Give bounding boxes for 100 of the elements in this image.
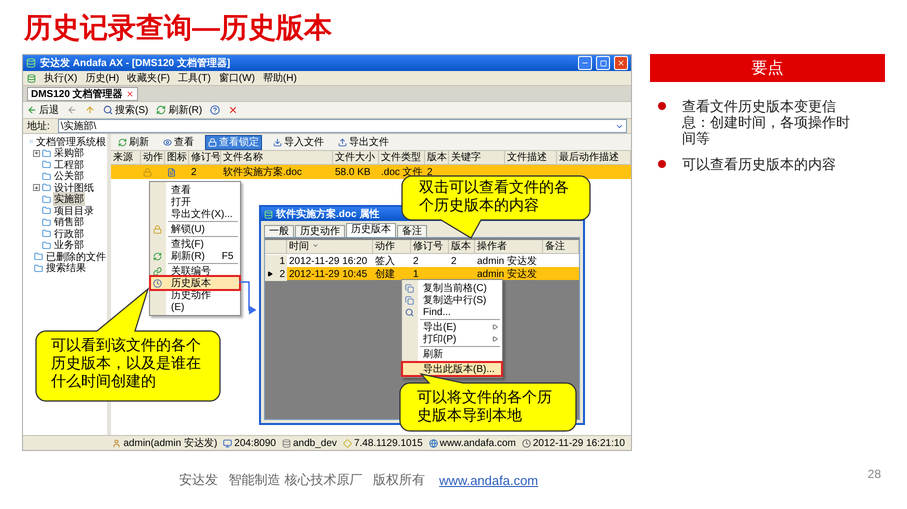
expand-toggle[interactable]	[33, 184, 40, 192]
folder-icon	[34, 264, 43, 273]
refresh-button[interactable]: 刷新(R)	[156, 103, 202, 117]
toolbar-button[interactable]: 查看	[160, 134, 197, 150]
table-cell: 2012-11-29 10:45	[289, 268, 368, 280]
column-header[interactable]: 文件类型	[379, 151, 425, 165]
row-header[interactable]: 2	[265, 268, 287, 280]
table-cell: 58.0 KB	[335, 166, 371, 178]
menu-item[interactable]: 查找(F)	[151, 238, 239, 250]
tree-item[interactable]: 采购部	[53, 146, 85, 160]
status-text: 7.48.1129.1015	[354, 438, 423, 448]
table-cell-text: admin 安达发	[477, 254, 538, 268]
menu-item[interactable]: 解锁(U)	[151, 223, 239, 235]
close-icon[interactable]	[126, 90, 134, 98]
column-header[interactable]: 版本	[449, 240, 475, 254]
tree-item[interactable]: 业务部	[53, 238, 85, 252]
menu-item[interactable]: 窗口(W)	[218, 71, 255, 85]
address-field[interactable]: \实施部\	[58, 119, 627, 133]
column-header[interactable]: 图标	[165, 151, 189, 165]
tab[interactable]: 历史版本	[346, 223, 396, 237]
column-header[interactable]: 关键字	[449, 151, 505, 165]
tab[interactable]: 备注	[397, 225, 427, 237]
back-arrow-icon	[27, 105, 37, 115]
page-number: 28	[868, 467, 881, 481]
toolbar-button[interactable]: 导出文件	[335, 134, 392, 150]
forward-arrow-icon[interactable]	[67, 105, 77, 115]
search-button[interactable]: 搜索(S)	[103, 103, 148, 117]
minimize-button[interactable]	[578, 56, 592, 70]
status-text: 2012-11-29 16:21:10	[532, 438, 625, 448]
menu-item[interactable]: 帮助(H)	[262, 71, 297, 85]
column-header[interactable]: 修订号	[411, 240, 449, 254]
monitor-icon	[223, 438, 232, 448]
document-tab[interactable]: DMS120 文档管理器	[27, 86, 138, 100]
menu-item[interactable]: 打印(P)	[403, 333, 501, 345]
table-cell: 2	[427, 166, 433, 178]
menu-item[interactable]: 导出(E)	[403, 321, 501, 333]
tree-item[interactable]: 设计图纸	[53, 180, 95, 195]
table-row[interactable]: 2 2012-11-29 10:45 创建 1 admin 安达发	[265, 267, 579, 280]
menu-item[interactable]: Find...	[403, 306, 501, 318]
toolbar-button[interactable]: 查看锁定	[205, 134, 262, 150]
footer-link[interactable]: www.andafa.com	[439, 472, 538, 488]
menu-item[interactable]: (E)	[151, 301, 239, 313]
column-header[interactable]: 时间	[287, 240, 373, 254]
menu-item[interactable]: 复制选中行(S)	[403, 294, 501, 306]
menu-item[interactable]: 打开	[151, 196, 239, 208]
refresh-icon	[153, 252, 162, 260]
menu-item[interactable]: 工具(T)	[178, 71, 211, 85]
tree-item[interactable]: 项目目录	[53, 204, 95, 218]
column-header[interactable]: 最后动作描述	[557, 151, 631, 165]
tab[interactable]: 历史动作	[295, 225, 345, 237]
folder-icon	[42, 183, 51, 192]
column-header[interactable]: 来源	[111, 151, 141, 165]
menu-item[interactable]: 关联编号	[151, 265, 239, 277]
column-header[interactable]: 文件大小	[333, 151, 379, 165]
menu-item[interactable]: 刷新(R) F5	[151, 250, 239, 262]
column-header[interactable]: 操作者	[475, 240, 543, 254]
column-header[interactable]: 动作	[373, 240, 411, 254]
menu-item[interactable]: 历史(H)	[85, 71, 120, 85]
bullet-text: 可以查看历史版本的内容	[682, 156, 837, 172]
menu-item[interactable]: 刷新	[403, 348, 501, 360]
toolbar-button[interactable]: 刷新	[115, 134, 152, 150]
row-header[interactable]: 1	[265, 254, 287, 268]
column-header[interactable]: 文件描述	[505, 151, 557, 165]
menu-item[interactable]: 查看	[151, 184, 239, 196]
menu-item[interactable]: 复制当前格(C)	[403, 282, 501, 294]
table-row[interactable]: 2 软件实施方案.doc 58.0 KB .doc 文件 2	[111, 165, 631, 179]
expand-toggle[interactable]	[33, 150, 40, 157]
back-button[interactable]: 后退	[27, 103, 59, 117]
bullet-text: 查看文件历史版本变更信息：创建时间，各项操作时间等	[682, 98, 851, 146]
menu-item[interactable]: 导出文件(X)...	[151, 208, 239, 220]
tree-item[interactable]: 销售部	[53, 215, 85, 230]
column-header[interactable]: 动作	[141, 151, 165, 165]
tab[interactable]: 一般	[264, 225, 294, 237]
address-label: 地址:	[27, 120, 50, 133]
menu-item[interactable]: 导出此版本(B)...	[403, 363, 501, 375]
table-row[interactable]: 1 2012-11-29 16:20 签入 2 2 admin 安达发	[265, 254, 579, 267]
slide-title: 历史记录查询—历史版本	[22, 11, 333, 42]
tree-item[interactable]: 实施部	[53, 192, 85, 206]
column-header[interactable]: 版本	[425, 151, 449, 165]
tree-item[interactable]: 工程部	[53, 158, 85, 172]
restore-button[interactable]	[596, 56, 610, 70]
toolbar-button[interactable]: 导入文件	[270, 134, 327, 150]
binoculars-icon	[405, 308, 414, 316]
tree-item[interactable]: 行政部	[53, 226, 85, 241]
column-header[interactable]: 文件名称	[221, 151, 333, 165]
tree-item[interactable]: 公关部	[53, 169, 85, 184]
close-button[interactable]	[614, 56, 628, 70]
close-icon[interactable]	[228, 105, 238, 115]
tree-item[interactable]: 文档管理系统根	[35, 134, 107, 149]
menu-item[interactable]: 执行(X)	[44, 71, 78, 85]
tree-item[interactable]: 搜索结果	[45, 261, 87, 276]
globe-icon	[428, 438, 438, 448]
menu-item[interactable]: 收藏夹(F)	[127, 71, 170, 85]
column-header[interactable]: 备注	[543, 240, 579, 254]
menu-item[interactable]: 历史版本	[151, 277, 239, 289]
help-icon[interactable]	[210, 105, 220, 115]
table-cell: 2	[451, 256, 457, 266]
folder-icon	[42, 218, 51, 227]
tree-item[interactable]: 已删除的文件	[45, 250, 107, 264]
table-cell-text: 创建	[375, 268, 395, 281]
